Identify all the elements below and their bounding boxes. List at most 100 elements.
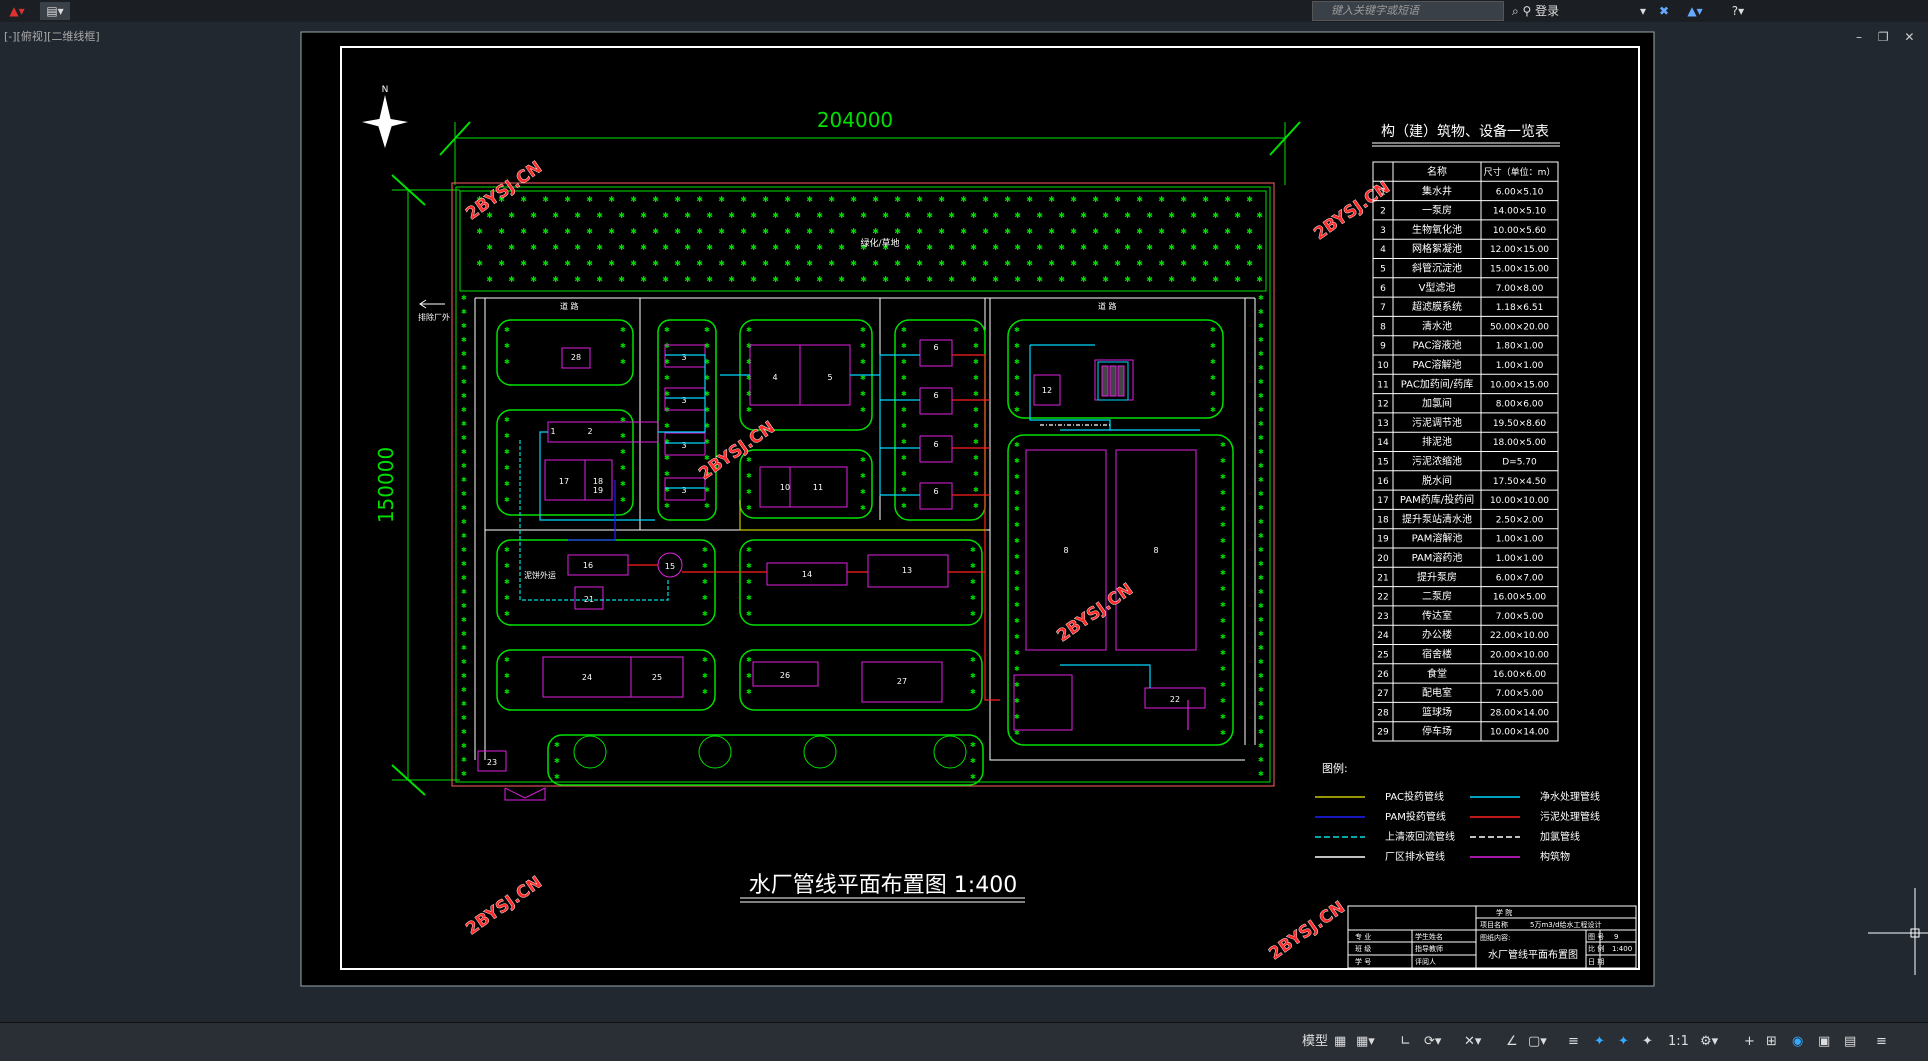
a360-icon[interactable]: ▲▾ [1680,2,1710,20]
tb-project: 5万m3/d给水工程设计 [1530,920,1602,929]
tree-icon: ✱ [1258,532,1264,540]
tree-icon: ✱ [696,259,703,268]
structure-number: 3 [681,486,686,495]
model-tab[interactable]: 模型 [1302,1033,1328,1051]
dynamic-ucs-icon[interactable]: ▢▾ [1528,1033,1547,1051]
tree-icon: ✱ [746,390,752,398]
tree-icon: ✱ [664,502,670,510]
tree-icon: ✱ [1124,243,1131,252]
tree-icon: ✱ [618,275,625,284]
tree-icon: ✱ [664,470,670,478]
login-button[interactable]: ⌕ ⚲ 登录 ▾ [1512,1,1652,21]
tree-icon: ✱ [696,195,703,204]
tree-icon: ✱ [828,195,835,204]
tree-icon: ✱ [1180,195,1187,204]
structure-number: 23 [487,758,497,767]
app-menu-button[interactable]: ▲▾ [2,2,32,20]
tree-icon: ✱ [728,275,735,284]
plus-icon[interactable]: + [1744,1033,1755,1051]
tree-icon: ✱ [520,259,527,268]
tree-icon: ✱ [872,227,879,236]
tree-icon: ✱ [1048,259,1055,268]
tree-icon: ✱ [746,562,752,570]
tree-icon: ✱ [850,259,857,268]
table-cell-index: 20 [1377,554,1389,564]
tree-icon: ✱ [746,358,752,366]
annotation-auto-icon[interactable]: ✦ [1618,1033,1629,1051]
annotation-scale[interactable]: 1:1 [1668,1033,1689,1051]
lineweight-icon[interactable]: ≡ [1568,1033,1579,1051]
drawing-canvas[interactable]: N 204000 150000 ✱ ✱ ✱ ✱ ✱ ✱ ✱ ✱ ✱ ✱ ✱ ✱ ✱ ✱ ✱ ✱ ✱ ✱ ✱ ✱ ✱ ✱ ✱ ✱… [0,22,1928,1022]
search-input[interactable]: 键入关键字或短语 [1312,1,1504,21]
tb-reviewer: 评阅人 [1415,958,1436,966]
structure-number: 3 [681,396,686,405]
tb-no-label: 图 号 [1588,933,1604,941]
workspace-icon[interactable]: ⊞ [1766,1033,1777,1051]
tree-icon: ✱ [620,448,626,456]
help-button[interactable]: ?▾ [1720,2,1756,20]
tree-icon: ✱ [718,195,725,204]
tree-icon: ✱ [926,243,933,252]
customize-icon[interactable]: ≡ [1876,1033,1887,1051]
tree-icon: ✱ [1246,227,1253,236]
exit-label: 排除厂外 [418,312,450,322]
table-cell-name: PAM溶解池 [1412,532,1463,545]
tree-icon: ✱ [520,195,527,204]
clean-screen-icon[interactable]: ▤ [1844,1033,1856,1051]
tree-icon: ✱ [970,656,976,664]
annotation-visibility-icon[interactable]: ✦ [1642,1033,1653,1051]
exchange-icon[interactable]: ✖ [1654,2,1674,20]
annotation-icon[interactable]: ✦ [1594,1033,1605,1051]
tree-icon: ✱ [1092,227,1099,236]
structure-number: 16 [583,561,593,570]
tree-icon: ✱ [746,656,752,664]
tree-icon: ✱ [1258,616,1264,624]
tree-icon: ✱ [960,195,967,204]
ortho-icon[interactable]: ∟ [1400,1033,1411,1051]
tree-icon: ✱ [520,227,527,236]
tree-icon: ✱ [630,259,637,268]
tree-icon: ✱ [1258,336,1264,344]
tree-icon: ✱ [772,275,779,284]
table-cell-size: 8.00×6.00 [1496,400,1544,410]
tree-icon: ✱ [982,259,989,268]
tree-icon: ✱ [1168,243,1175,252]
table-cell-name: 停车场 [1422,725,1452,738]
tree-icon: ✱ [542,227,549,236]
tree-icon: ✱ [1136,227,1143,236]
tree-icon: ✱ [960,259,967,268]
table-cell-index: 11 [1377,380,1388,390]
tree-icon: ✱ [696,227,703,236]
tree-icon: ✱ [970,243,977,252]
structure-number: 8 [1063,546,1068,555]
tree-icon: ✱ [1258,364,1264,372]
tree-icon: ✱ [1258,560,1264,568]
tree-icon: ✱ [461,294,467,302]
table-cell-index: 26 [1377,670,1389,680]
chevron-down-icon: ▾ [1640,4,1647,18]
osnap-icon[interactable]: ✕▾ [1464,1033,1481,1051]
tree-icon: ✱ [1014,457,1020,465]
tree-icon: ✱ [1036,211,1043,220]
dim-width-label: 204000 [817,108,893,132]
angle-icon[interactable]: ∠ [1506,1033,1518,1051]
polar-icon[interactable]: ⟳▾ [1424,1033,1441,1051]
tb-scale-value: 1:400 [1612,945,1632,953]
tree-icon: ✱ [640,243,647,252]
snap-icon[interactable]: ▦▾ [1356,1033,1375,1051]
tree-icon: ✱ [1224,195,1231,204]
quick-access-toolbar[interactable]: ▤▾ [40,2,70,20]
tree-icon: ✱ [1258,630,1264,638]
tree-icon: ✱ [461,322,467,330]
tree-icon: ✱ [973,358,979,366]
tree-icon: ✱ [461,308,467,316]
grid-icon[interactable]: ▦ [1334,1033,1346,1051]
table-cell-size: 尺寸（单位：m） [1484,166,1556,178]
hardware-icon[interactable]: ▣ [1818,1033,1830,1051]
isolate-icon[interactable]: ◉ [1792,1033,1803,1051]
table-cell-name: PAM溶药池 [1412,551,1463,564]
tree-icon: ✱ [1212,275,1219,284]
tree-icon: ✱ [504,432,510,440]
tree-icon: ✱ [652,195,659,204]
gear-icon[interactable]: ⚙▾ [1700,1033,1718,1051]
